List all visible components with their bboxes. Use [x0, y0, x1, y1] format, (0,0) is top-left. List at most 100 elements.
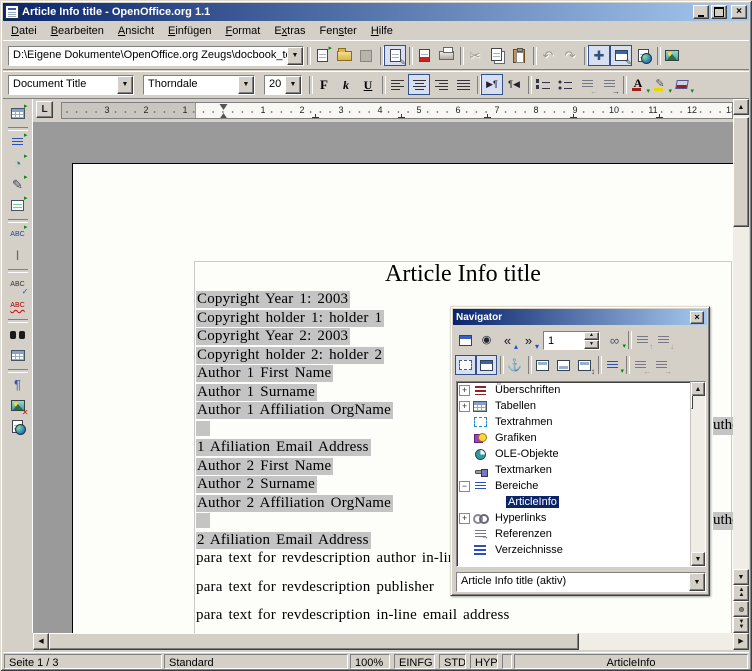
hyperlink-dialog-icon[interactable] — [632, 45, 654, 66]
drag-mode-icon[interactable]: ∞▾ — [604, 330, 625, 350]
menu-format[interactable]: Format — [218, 23, 267, 39]
previous-page-button[interactable]: ▲▲ — [733, 585, 749, 601]
auto-spellcheck-icon[interactable]: ABC — [7, 295, 29, 316]
tree-expander-icon[interactable]: + — [459, 401, 470, 412]
nonprinting-characters-icon[interactable]: ¶ — [7, 374, 29, 395]
align-right-icon[interactable] — [430, 74, 452, 95]
url-field[interactable]: D:\Eigene Dokumente\OpenOffice.org Zeugs… — [9, 47, 287, 65]
menu-hilfe[interactable]: Hilfe — [364, 23, 400, 39]
font-size-combobox[interactable]: 20 ▼ — [264, 75, 302, 95]
url-dropdown-icon[interactable]: ▼ — [287, 47, 303, 65]
tree-item-hyperlinks[interactable]: +Hyperlinks — [457, 510, 705, 526]
insert-fields-icon[interactable]: ▸ — [7, 132, 29, 153]
tree-item-verzeichnisse[interactable]: Verzeichnisse — [457, 542, 705, 558]
tree-expander-icon[interactable]: + — [459, 385, 470, 396]
insert-objects-icon[interactable]: ◔▸ — [7, 153, 29, 174]
font-dropdown-icon[interactable]: ▼ — [238, 76, 254, 94]
menu-datei[interactable]: Datei — [4, 23, 44, 39]
tree-item-tabellen[interactable]: +Tabellen — [457, 398, 705, 414]
font-name-combobox[interactable]: Thorndale ▼ — [143, 75, 255, 95]
menu-fenster[interactable]: Fenster — [313, 23, 364, 39]
tab-type-selector[interactable]: L — [36, 101, 53, 118]
status-page-number[interactable]: Seite 1 / 3 — [4, 654, 162, 669]
data-sources-icon[interactable] — [7, 345, 29, 366]
footer-icon[interactable] — [553, 355, 574, 375]
horizontal-scroll-thumb[interactable] — [49, 633, 579, 650]
insert-icon[interactable]: ▸ — [7, 103, 29, 124]
horizontal-scroll-track[interactable] — [49, 633, 733, 650]
tree-item-textrahmen[interactable]: Textrahmen — [457, 414, 705, 430]
set-reminder-icon[interactable]: ⚓ — [504, 355, 525, 375]
text-direction-rtl-icon[interactable]: ¶◀ — [503, 74, 525, 95]
tree-item-articleinfo[interactable]: ArticleInfo — [457, 494, 705, 510]
close-button[interactable]: × — [731, 5, 747, 19]
menu-extras[interactable]: Extras — [267, 23, 312, 39]
tab-stop-mark[interactable] — [570, 114, 577, 118]
status-page-style[interactable]: Standard — [164, 654, 348, 669]
previous-icon[interactable]: «▴ — [497, 330, 518, 350]
tree-scrollbar[interactable]: ▲ ▼ — [690, 382, 705, 566]
scroll-down-icon[interactable]: ▼ — [733, 569, 749, 585]
gallery-icon[interactable] — [661, 45, 683, 66]
horizontal-scrollbar[interactable]: ◀ ▶ — [3, 633, 749, 650]
navigation-icon[interactable]: ◉ — [476, 330, 497, 350]
form-functions-icon[interactable]: ▸ — [7, 195, 29, 216]
navigator-close-icon[interactable]: × — [690, 311, 704, 324]
indent-marker[interactable] — [220, 104, 229, 119]
tree-scroll-thumb[interactable] — [691, 395, 693, 409]
page-number-value[interactable]: 1 — [544, 332, 584, 349]
font-name-value[interactable]: Thorndale — [144, 76, 238, 94]
highlighting-icon[interactable]: ✎▾ — [649, 74, 671, 95]
paragraph-style-value[interactable]: Document Title — [9, 76, 117, 94]
navigator-toggle-icon[interactable]: ✚ — [588, 45, 610, 66]
align-justify-icon[interactable] — [452, 74, 474, 95]
next-icon[interactable]: »▾ — [518, 330, 539, 350]
font-color-icon[interactable]: A▾ — [627, 74, 649, 95]
menu-einfgen[interactable]: Einfügen — [161, 23, 218, 39]
italic-icon[interactable]: k — [335, 74, 357, 95]
text-direction-ltr-icon[interactable]: ▶¶ — [481, 74, 503, 95]
paragraph-style-combobox[interactable]: Document Title ▼ — [8, 75, 134, 95]
status-zoom-level[interactable]: 100% — [350, 654, 390, 669]
active-document-combobox[interactable]: Article Info title (aktiv) ▼ — [456, 572, 706, 592]
navigator-title-bar[interactable]: Navigator × — [453, 309, 707, 325]
paragraph-background-icon[interactable]: ▾ — [671, 74, 693, 95]
tree-item-textmarken[interactable]: Textmarken — [457, 462, 705, 478]
status-hyperlink-mode[interactable]: HYP — [470, 654, 498, 669]
tab-stop-mark[interactable] — [656, 114, 663, 118]
align-left-icon[interactable] — [386, 74, 408, 95]
stylist-toggle-icon[interactable]: ✎ — [610, 45, 632, 66]
status-selection-mode[interactable]: STD — [439, 654, 466, 669]
vertical-scroll-thumb[interactable] — [733, 117, 749, 227]
tab-stop-mark[interactable] — [484, 114, 491, 118]
navigation-button[interactable] — [733, 601, 749, 617]
spellcheck-icon[interactable]: ABC✓ — [7, 274, 29, 295]
tree-scroll-down-icon[interactable]: ▼ — [691, 552, 705, 566]
bold-icon[interactable]: F — [313, 74, 335, 95]
online-layout-icon[interactable] — [7, 416, 29, 437]
minimize-button[interactable] — [693, 5, 709, 19]
url-combobox[interactable]: D:\Eigene Dokumente\OpenOffice.org Zeugs… — [8, 46, 304, 66]
export-pdf-icon[interactable] — [413, 45, 435, 66]
tree-item-ole-objekte[interactable]: OLE-Objekte — [457, 446, 705, 462]
active-document-value[interactable]: Article Info title (aktiv) — [457, 573, 689, 591]
tree-item-bereiche[interactable]: −Bereiche — [457, 478, 705, 494]
bullets-on-off-icon[interactable] — [554, 74, 576, 95]
horizontal-ruler[interactable]: 3211234567891011121314 — [61, 102, 733, 119]
page-number-spinner[interactable]: 1 ▲ ▼ — [543, 331, 600, 350]
vertical-scrollbar[interactable]: ▲ ▼ ▲▲ ▼▼ — [733, 99, 749, 633]
title-bar[interactable]: Article Info title - OpenOffice.org 1.1 … — [3, 3, 749, 21]
graphics-on-off-icon[interactable]: ✕ — [7, 395, 29, 416]
status-insert-mode[interactable]: EINFG — [394, 654, 435, 669]
size-dropdown-icon[interactable]: ▼ — [285, 76, 301, 94]
tree-expander-icon[interactable]: + — [459, 513, 470, 524]
tree-item-referenzen[interactable]: →Referenzen — [457, 526, 705, 542]
menu-ansicht[interactable]: Ansicht — [111, 23, 161, 39]
align-center-icon[interactable] — [408, 74, 430, 95]
scroll-left-icon[interactable]: ◀ — [33, 633, 49, 650]
find-replace-icon[interactable] — [7, 324, 29, 345]
underline-icon[interactable]: U — [357, 74, 379, 95]
tree-scroll-up-icon[interactable]: ▲ — [691, 382, 705, 396]
numbering-on-off-icon[interactable] — [532, 74, 554, 95]
draw-functions-icon[interactable]: ✎▸ — [7, 174, 29, 195]
